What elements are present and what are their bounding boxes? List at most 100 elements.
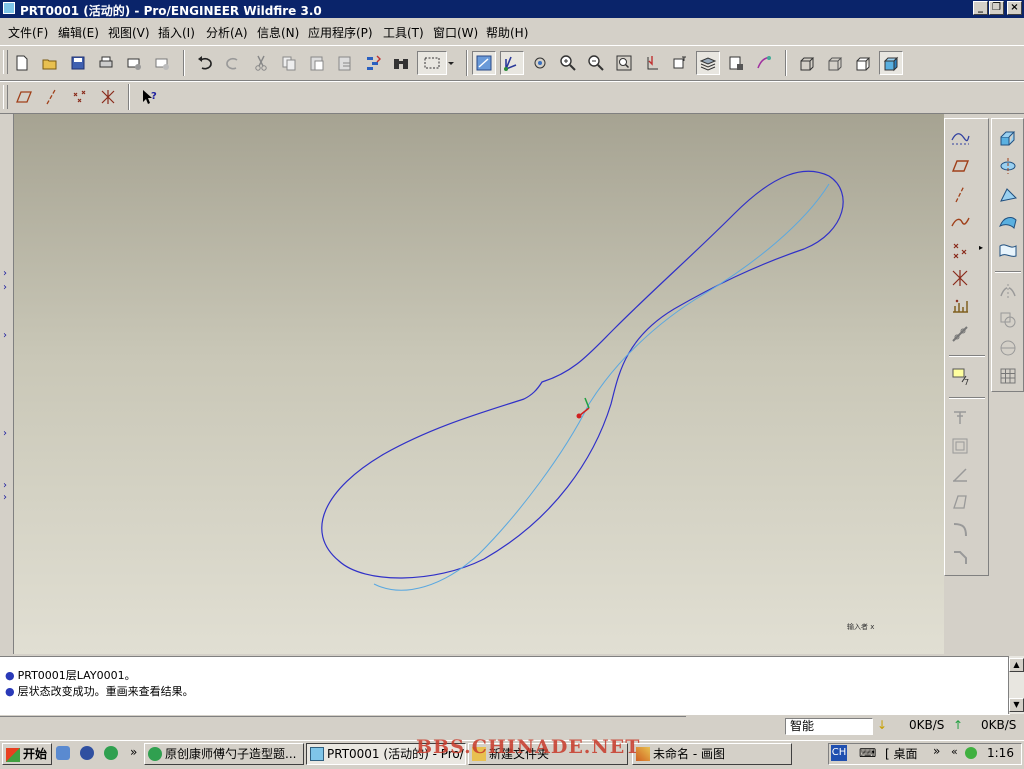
open-icon[interactable] <box>38 51 62 75</box>
print-icon[interactable] <box>94 51 118 75</box>
keyboard-icon[interactable]: ⌨ <box>859 746 876 760</box>
menu-analysis[interactable]: 分析(A) <box>206 24 248 41</box>
redo-icon[interactable] <box>221 51 245 75</box>
menu-edit[interactable]: 编辑(E) <box>58 24 99 41</box>
datum-plane-icon[interactable] <box>947 153 973 179</box>
send-mail-attach-icon[interactable] <box>150 51 174 75</box>
task-paint[interactable]: 未命名 - 画图 <box>632 743 792 765</box>
app-icon[interactable] <box>3 2 15 14</box>
message-scrollbar[interactable]: ▲ ▼ <box>1008 656 1024 714</box>
menu-tools[interactable]: 工具(T) <box>383 24 424 41</box>
orient-mode-icon[interactable] <box>528 51 552 75</box>
note-icon[interactable]: 7 <box>947 363 973 389</box>
scroll-up-icon[interactable]: ▲ <box>1009 658 1024 672</box>
chamfer-icon[interactable] <box>947 545 973 571</box>
browser-task-icon <box>148 747 162 761</box>
trim-icon[interactable] <box>995 335 1021 361</box>
media-player-icon[interactable] <box>80 746 94 760</box>
context-help-icon[interactable]: ? <box>138 85 162 109</box>
datum-ref-icon[interactable] <box>947 321 973 347</box>
menu-file[interactable]: 文件(F) <box>8 24 48 41</box>
scroll-down-icon[interactable]: ▼ <box>1009 698 1024 712</box>
zoom-in-icon[interactable] <box>556 51 580 75</box>
browser-icon[interactable] <box>104 746 118 760</box>
select-dropdown-icon[interactable] <box>446 51 456 75</box>
tray-expand-icon[interactable]: » <box>933 744 940 758</box>
coordinate-system-display-icon[interactable] <box>96 85 120 109</box>
datum-csys-icon[interactable] <box>947 265 973 291</box>
datum-point-display-icon[interactable] <box>68 85 92 109</box>
hole-icon[interactable] <box>947 405 973 431</box>
menu-info[interactable]: 信息(N) <box>257 24 299 41</box>
windows-logo-icon <box>6 748 20 762</box>
style-icon[interactable] <box>995 237 1021 263</box>
merge-icon[interactable] <box>995 307 1021 333</box>
variable-section-sweep-icon[interactable] <box>995 181 1021 207</box>
wireframe-icon[interactable] <box>795 51 819 75</box>
shading-icon[interactable] <box>879 51 903 75</box>
datum-curve-icon[interactable] <box>947 209 973 235</box>
zoom-out-icon[interactable] <box>584 51 608 75</box>
minimize-button[interactable]: _ <box>973 1 988 15</box>
save-icon[interactable] <box>66 51 90 75</box>
rib-icon[interactable] <box>947 461 973 487</box>
reorient-icon[interactable] <box>640 51 664 75</box>
appearance-icon[interactable] <box>752 51 776 75</box>
left-sash[interactable]: › › › › › › <box>0 114 14 654</box>
no-hidden-icon[interactable] <box>851 51 875 75</box>
menu-insert[interactable]: 插入(I) <box>158 24 195 41</box>
boundary-blend-icon[interactable] <box>995 209 1021 235</box>
datum-axis-display-icon[interactable] <box>40 85 64 109</box>
sketched-curve-icon[interactable] <box>947 125 973 151</box>
send-mail-icon[interactable] <box>122 51 146 75</box>
saved-views-icon[interactable] <box>668 51 692 75</box>
view-manager-icon[interactable] <box>724 51 748 75</box>
datum-axis-icon[interactable] <box>947 181 973 207</box>
round-icon[interactable] <box>947 517 973 543</box>
refit-icon[interactable] <box>612 51 636 75</box>
title-bar: PRT0001 (活动的) - Pro/ENGINEER Wildfire 3.… <box>0 0 1024 18</box>
restore-button[interactable]: ❐ <box>989 1 1004 15</box>
message-line: PRT0001层LAY0001。 <box>17 669 136 682</box>
undo-icon[interactable] <box>193 51 217 75</box>
quicklaunch-more-icon[interactable]: » <box>130 745 137 759</box>
flyout-arrow-icon[interactable]: ▸ <box>979 243 983 252</box>
regenerate-icon[interactable] <box>361 51 385 75</box>
analysis-icon[interactable] <box>947 293 973 319</box>
start-button[interactable]: 开始 <box>2 743 52 765</box>
menu-view[interactable]: 视图(V) <box>108 24 150 41</box>
revolve-icon[interactable] <box>995 153 1021 179</box>
datum-point-icon[interactable] <box>947 237 973 263</box>
menu-window[interactable]: 窗口(W) <box>433 24 478 41</box>
menu-help[interactable]: 帮助(H) <box>486 24 528 41</box>
mirror-icon[interactable] <box>995 279 1021 305</box>
find-icon[interactable] <box>389 51 413 75</box>
pattern-icon[interactable] <box>995 363 1021 389</box>
cut-icon[interactable] <box>249 51 273 75</box>
smart-filter-select[interactable]: 智能 <box>785 718 873 735</box>
extrude-icon[interactable] <box>995 125 1021 151</box>
draft-icon[interactable] <box>947 489 973 515</box>
left-arrow-icon: › <box>3 282 7 293</box>
copy-icon[interactable] <box>277 51 301 75</box>
task-browser[interactable]: 原创康师傅勺子造型题... <box>144 743 304 765</box>
close-button[interactable]: × <box>1007 1 1022 15</box>
spin-center-icon[interactable] <box>500 51 524 75</box>
paste-icon[interactable] <box>305 51 329 75</box>
show-desktop-icon[interactable] <box>56 746 70 760</box>
network-tray-icon[interactable] <box>965 747 977 759</box>
datum-plane-display-icon[interactable] <box>12 85 36 109</box>
hidden-line-icon[interactable] <box>823 51 847 75</box>
shell-icon[interactable] <box>947 433 973 459</box>
tray-back-icon[interactable]: « <box>951 745 958 758</box>
graphics-viewport[interactable]: 输入者 x <box>14 114 944 654</box>
desktop-toolbar-label[interactable]: [ 桌面 <box>885 745 918 762</box>
layers-icon[interactable] <box>696 51 720 75</box>
ime-indicator[interactable]: CH <box>831 745 847 761</box>
clock[interactable]: 1:16 <box>987 746 1014 760</box>
repaint-icon[interactable] <box>472 51 496 75</box>
select-box-icon[interactable] <box>417 51 447 75</box>
paste-special-icon[interactable] <box>333 51 357 75</box>
menu-applications[interactable]: 应用程序(P) <box>308 24 373 41</box>
new-icon[interactable] <box>10 51 34 75</box>
